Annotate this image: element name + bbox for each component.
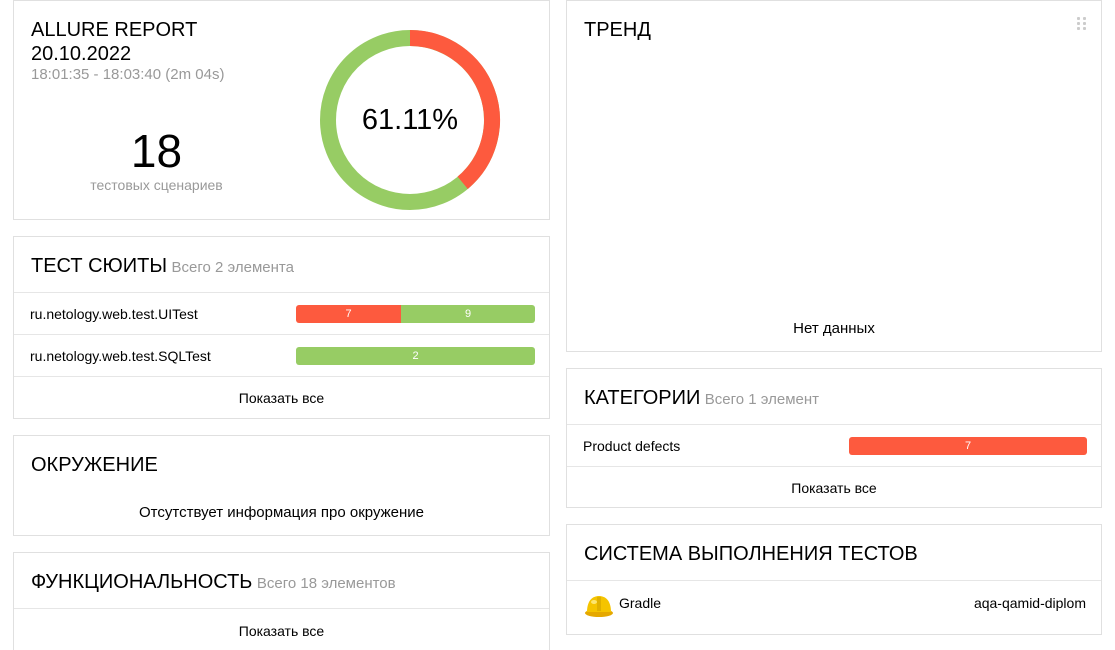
trend-title: ТРЕНД [584,19,651,41]
features-show-all-link[interactable]: Показать все [14,623,549,639]
divider [567,580,1101,581]
divider [14,608,549,609]
divider [567,466,1101,467]
executor-name: Gradle [619,595,662,611]
features-widget: ФУНКЦИОНАЛЬНОСТЬ Всего 18 элементов Пока… [13,552,550,650]
drag-handle-icon[interactable] [1077,17,1087,31]
divider [14,334,549,335]
category-name: Product defects [583,438,681,454]
report-title: ALLURE REPORT 20.10.2022 [31,18,197,66]
suite-status-bar: 7 9 [296,305,535,323]
executors-widget: СИСТЕМА ВЫПОЛНЕНИЯ ТЕСТОВ Gradle aqa-qam… [566,524,1102,635]
suites-title: ТЕСТ СЮИТЫ [31,255,168,277]
features-header: ФУНКЦИОНАЛЬНОСТЬ Всего 18 элементов [31,570,396,596]
categories-title: КАТЕГОРИИ [584,387,701,409]
passed-segment: 9 [401,305,535,323]
divider [14,292,549,293]
environment-header: ОКРУЖЕНИЕ [31,453,158,479]
environment-widget: ОКРУЖЕНИЕ Отсутствует информация про окр… [13,435,550,536]
suites-header: ТЕСТ СЮИТЫ Всего 2 элемента [31,254,294,280]
failed-segment: 7 [296,305,401,323]
report-date: 20.10.2022 [31,43,132,65]
executors-header: СИСТЕМА ВЫПОЛНЕНИЯ ТЕСТОВ [584,542,918,568]
test-case-count: 18 [130,125,183,177]
summary-widget: ALLURE REPORT 20.10.2022 18:01:35 - 18:0… [13,0,550,220]
categories-count: Всего 1 элемент [704,391,820,408]
trend-widget: ТРЕНД Нет данных [566,0,1102,352]
environment-title: ОКРУЖЕНИЕ [31,454,158,476]
suite-status-bar: 2 [296,347,535,365]
features-title: ФУНКЦИОНАЛЬНОСТЬ [31,571,253,593]
test-case-count-label: тестовых сценариев [90,177,223,193]
categories-show-all-link[interactable]: Показать все [567,480,1101,496]
divider [567,424,1101,425]
suites-show-all-link[interactable]: Показать все [14,390,549,406]
suite-name: ru.netology.web.test.SQLTest [30,348,211,364]
features-count: Всего 18 элементов [256,575,396,592]
suite-name: ru.netology.web.test.UITest [30,306,198,322]
report-time-range: 18:01:35 - 18:03:40 (2m 04s) [31,66,225,83]
trend-empty-message: Нет данных [793,320,875,337]
gradle-hardhat-icon [585,596,613,617]
failed-segment: 7 [849,437,1087,455]
executors-title: СИСТЕМА ВЫПОЛНЕНИЯ ТЕСТОВ [584,543,918,565]
trend-header: ТРЕНД [584,18,651,44]
test-suites-widget: ТЕСТ СЮИТЫ Всего 2 элемента ru.netology.… [13,236,550,419]
divider [14,376,549,377]
categories-widget: КАТЕГОРИИ Всего 1 элемент Product defect… [566,368,1102,508]
categories-header: КАТЕГОРИИ Всего 1 элемент [584,386,819,412]
executor-build-name[interactable]: aqa-qamid-diplom [974,595,1086,611]
passed-segment: 2 [296,347,535,365]
category-status-bar: 7 [849,437,1087,455]
environment-empty-message: Отсутствует информация про окружение [139,504,424,521]
suites-count: Всего 2 элемента [171,259,294,276]
success-rate-label: 61.11% [361,103,459,136]
report-name: ALLURE REPORT [31,19,198,41]
